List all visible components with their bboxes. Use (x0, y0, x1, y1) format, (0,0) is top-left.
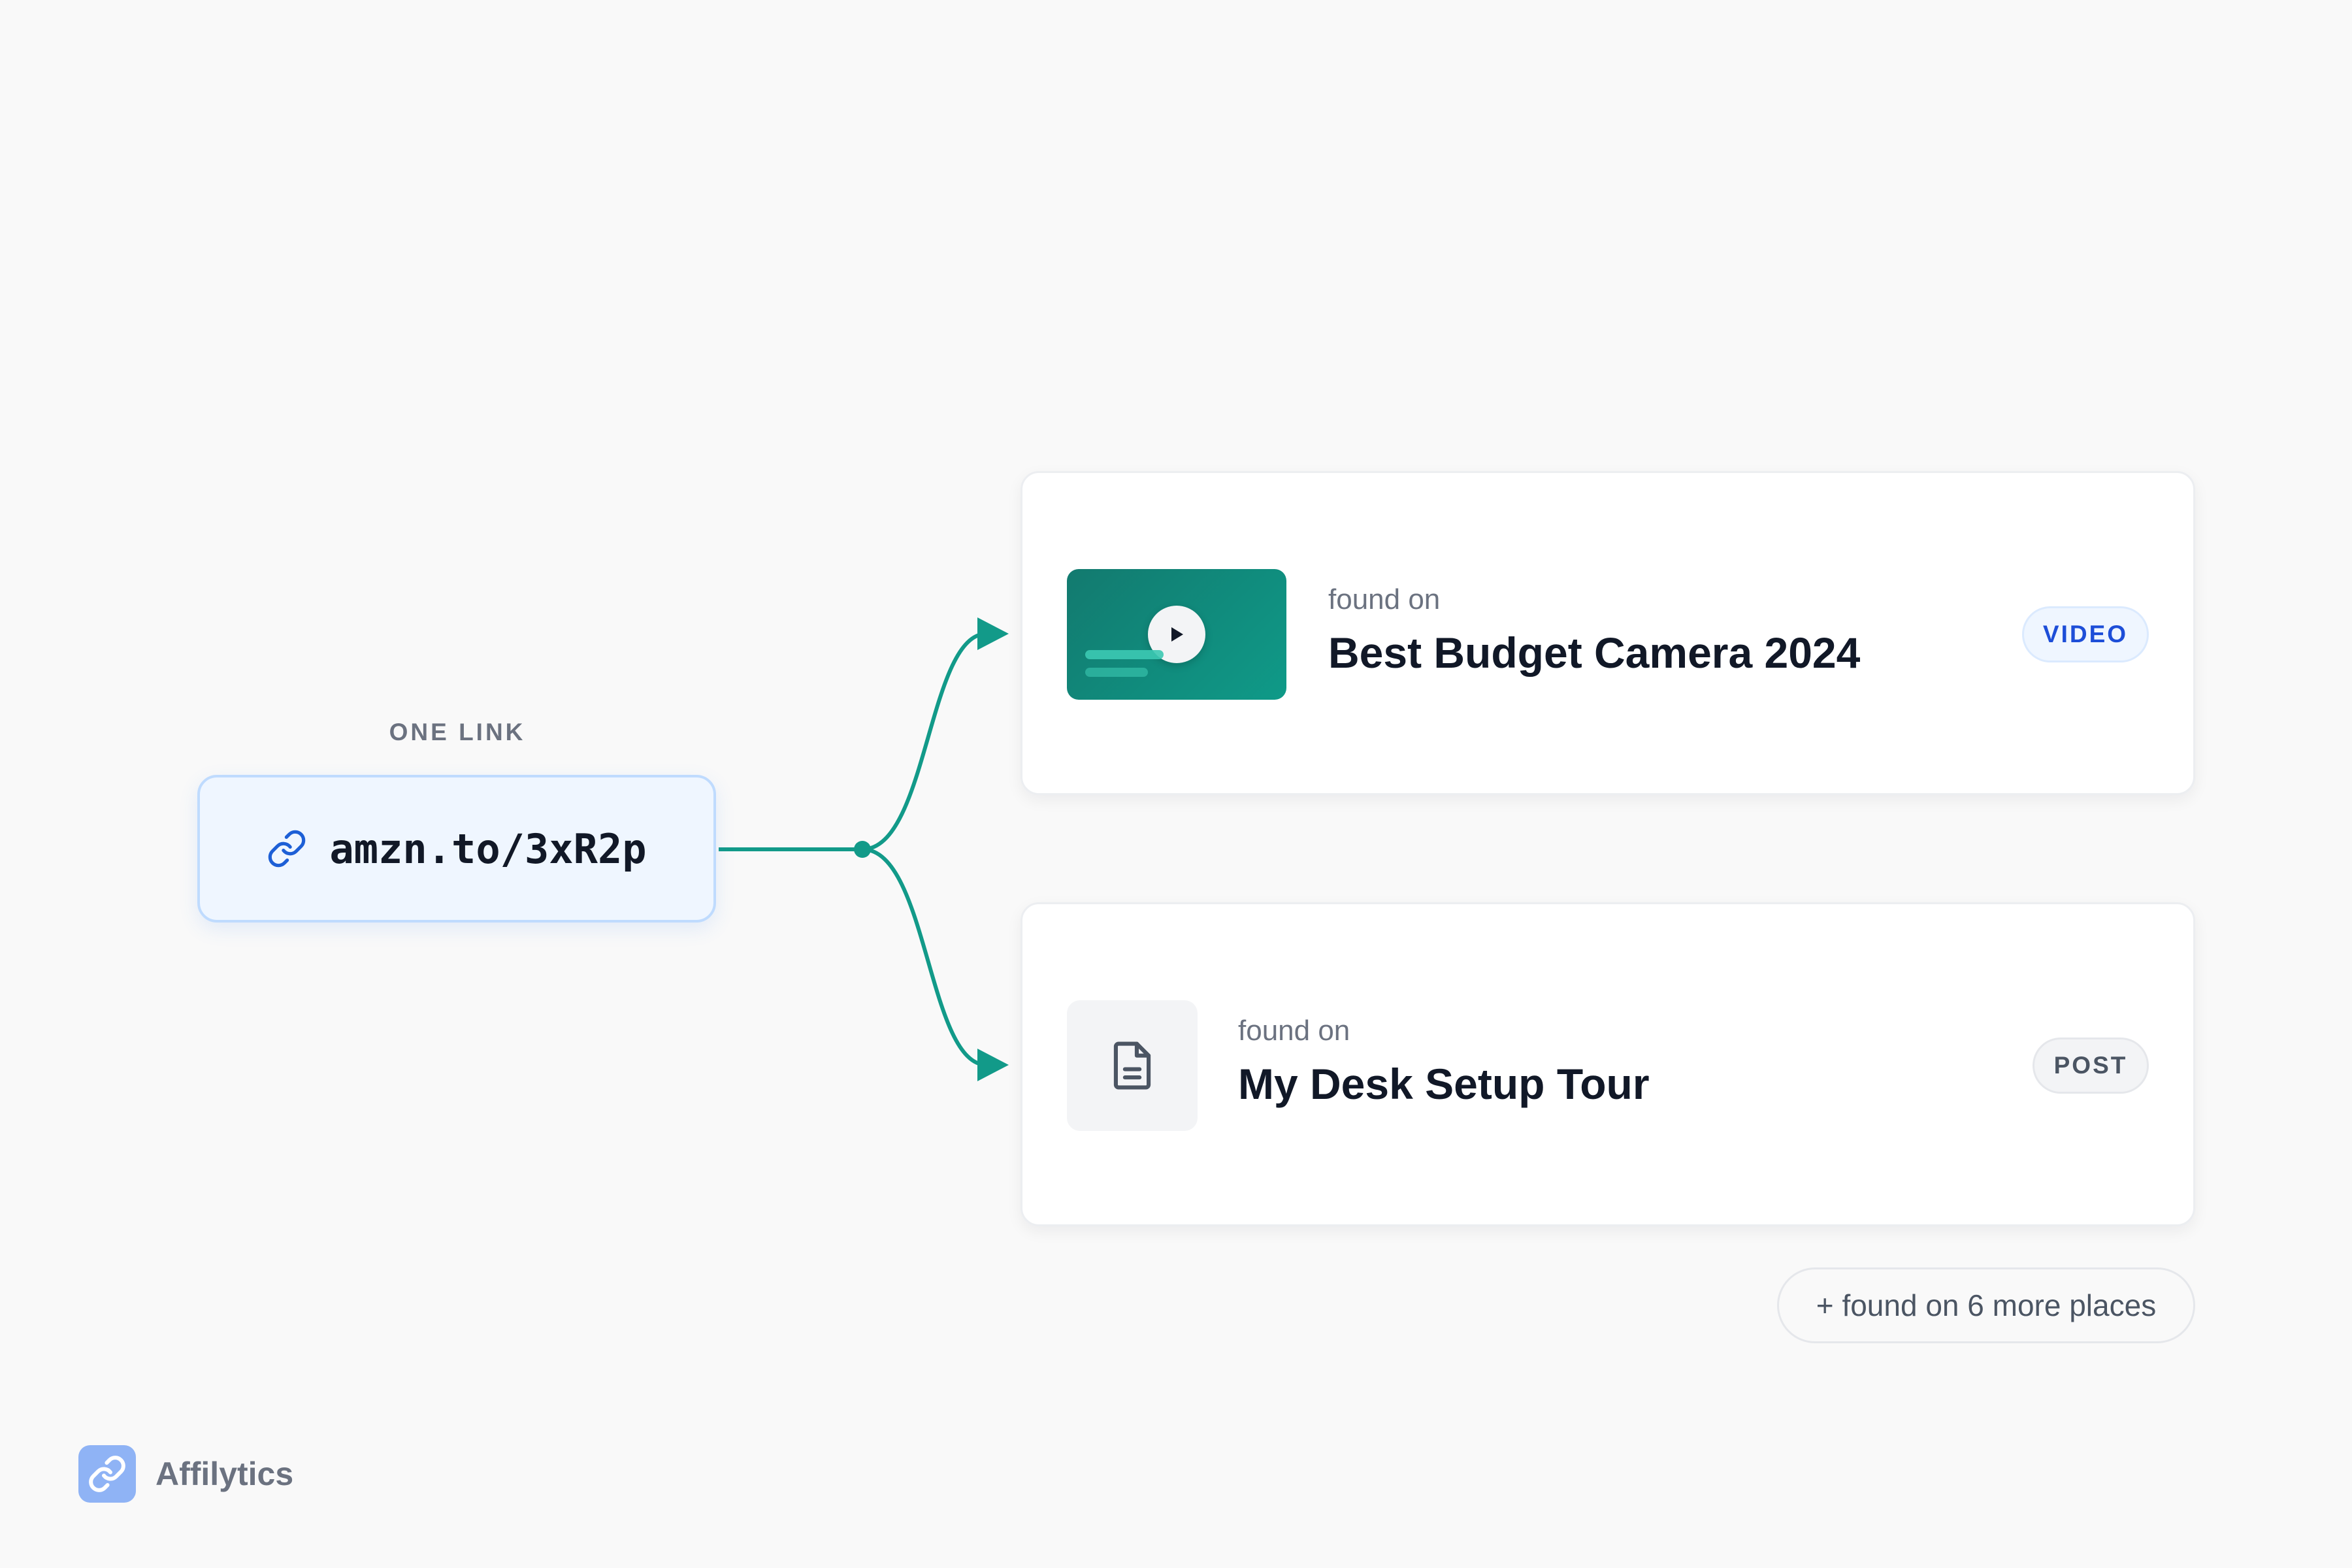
source-link-box[interactable]: amzn.to/3xR2p (197, 775, 716, 923)
connector-branch-top (862, 632, 987, 851)
arrowhead-top (977, 617, 1009, 650)
card-title: My Desk Setup Tour (1238, 1060, 1650, 1108)
post-badge: POST (2033, 1037, 2149, 1094)
card-text: found on Best Budget Camera 2024 (1328, 583, 1861, 677)
destination-card-post[interactable]: found on My Desk Setup Tour POST (1021, 902, 2195, 1226)
found-on-label: found on (1328, 583, 1441, 615)
one-link-label: ONE LINK (389, 719, 526, 745)
brand: Affilytics (78, 1445, 293, 1503)
brand-name: Affilytics (155, 1456, 294, 1492)
connector-branch-bottom (862, 847, 987, 1067)
card-text: found on My Desk Setup Tour (1238, 1015, 1650, 1108)
found-on-label: found on (1238, 1015, 1350, 1047)
video-thumbnail (1067, 569, 1286, 700)
document-icon (1113, 1041, 1151, 1090)
link-icon (269, 830, 306, 868)
thumbnail-line (1085, 650, 1164, 659)
diagram-canvas: ONE LINK amzn.to/3xR2p found on Best Bud… (0, 0, 2352, 1568)
video-badge: VIDEO (2022, 606, 2149, 662)
arrowhead-bottom (977, 1049, 1009, 1081)
post-thumbnail (1067, 1000, 1198, 1131)
card-title: Best Budget Camera 2024 (1328, 629, 1861, 677)
destination-card-video[interactable]: found on Best Budget Camera 2024 VIDEO (1021, 471, 2195, 795)
source-link-url: amzn.to/3xR2p (329, 825, 647, 873)
link-logo-icon (78, 1445, 136, 1503)
thumbnail-line (1085, 668, 1148, 677)
more-places-button[interactable]: + found on 6 more places (1777, 1267, 2195, 1343)
connector-junction (854, 841, 871, 858)
